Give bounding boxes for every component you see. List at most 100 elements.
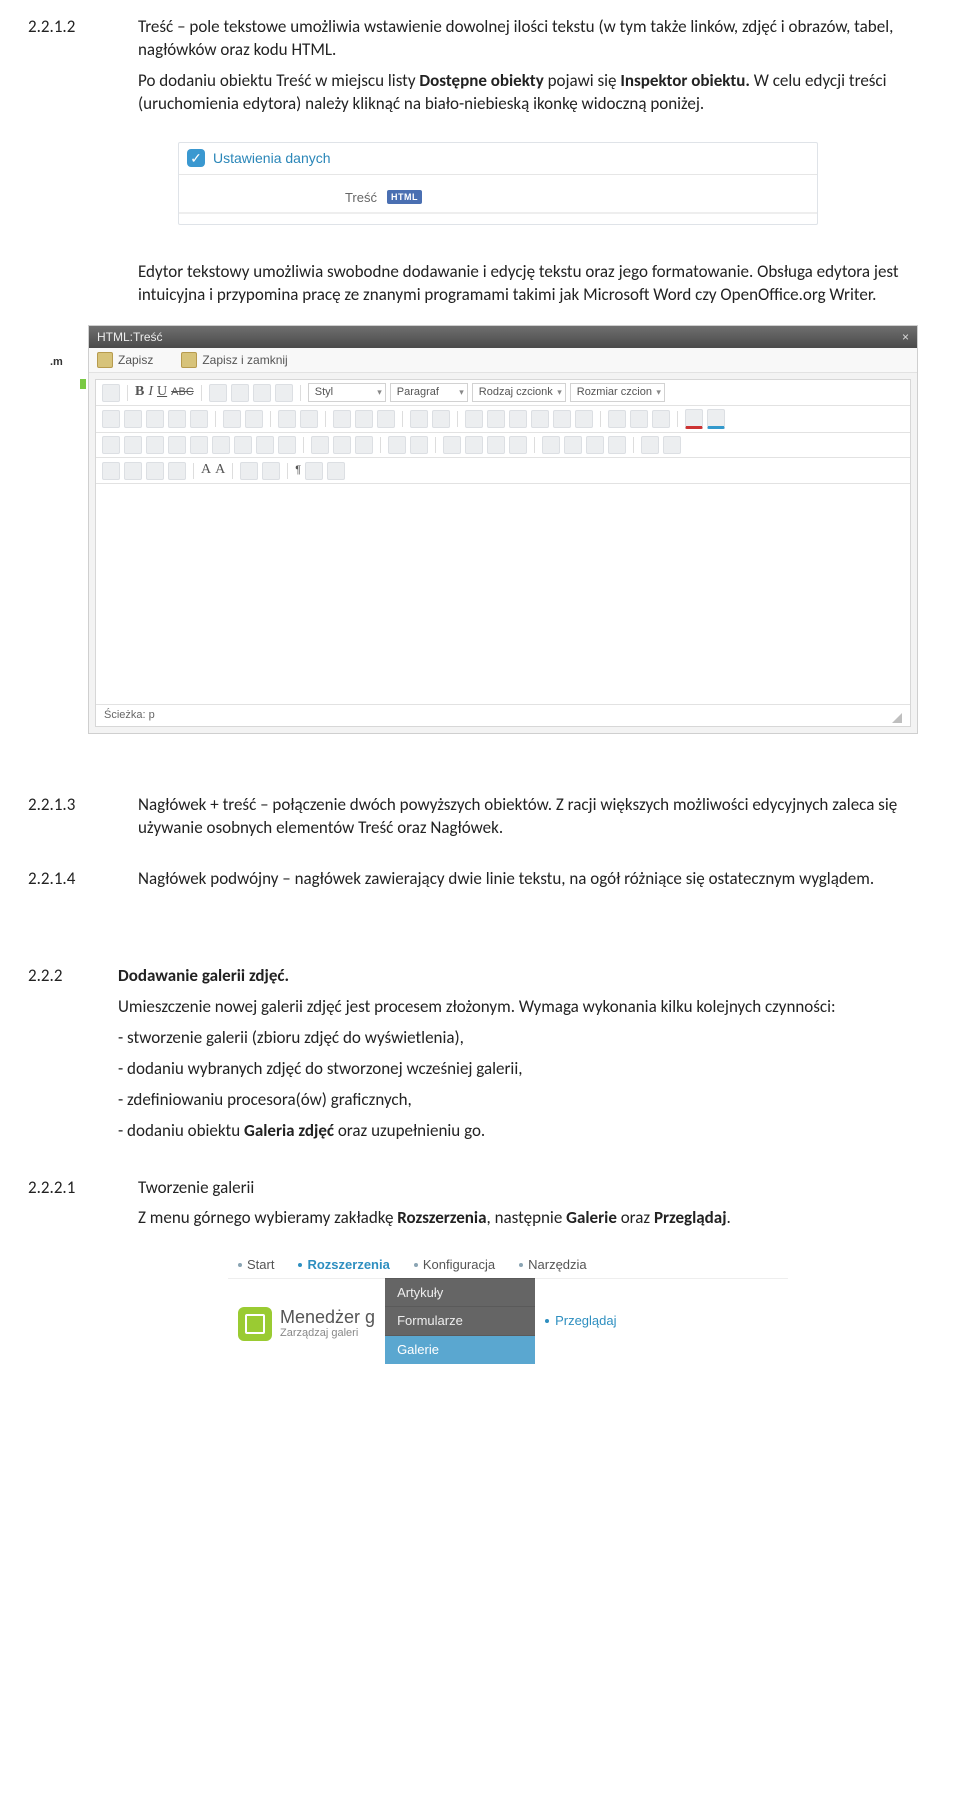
- menu-item-config[interactable]: Konfiguracja: [414, 1256, 495, 1274]
- tool-icon[interactable]: [168, 436, 186, 454]
- dropdown-item-galleries[interactable]: Galerie: [385, 1335, 535, 1364]
- font-sample-icon[interactable]: A: [215, 461, 225, 480]
- image-icon[interactable]: [531, 410, 549, 428]
- menu-item-tools[interactable]: Narzędzia: [519, 1256, 587, 1274]
- preview-icon[interactable]: [652, 410, 670, 428]
- paste-text-icon[interactable]: [168, 410, 186, 428]
- save-button[interactable]: Zapisz: [97, 352, 153, 368]
- align-left-icon[interactable]: [209, 384, 227, 402]
- tool-icon[interactable]: [262, 462, 280, 480]
- tool-icon[interactable]: [278, 436, 296, 454]
- quote-icon[interactable]: [377, 410, 395, 428]
- disk-icon: [97, 352, 113, 368]
- paragraph: Po dodaniu obiektu Treść w miejscu listy…: [138, 70, 932, 116]
- tool-icon[interactable]: [608, 436, 626, 454]
- cut-icon[interactable]: [102, 410, 120, 428]
- unlink-icon[interactable]: [487, 410, 505, 428]
- copy-icon[interactable]: [124, 410, 142, 428]
- pilcrow-icon[interactable]: ¶: [295, 463, 301, 478]
- list-item: - dodaniu wybranych zdjęć do stworzonej …: [118, 1058, 932, 1081]
- char-icon[interactable]: [443, 436, 461, 454]
- bold-button[interactable]: B: [135, 383, 144, 402]
- replace-icon[interactable]: [245, 410, 263, 428]
- time-icon[interactable]: [630, 410, 648, 428]
- tool-icon[interactable]: [234, 436, 252, 454]
- sup-icon[interactable]: [410, 436, 428, 454]
- tool-icon[interactable]: [168, 462, 186, 480]
- text: pojawi się: [544, 70, 621, 91]
- field-label: Treść: [187, 189, 387, 207]
- close-icon[interactable]: ×: [902, 329, 909, 345]
- undo-icon[interactable]: [410, 410, 428, 428]
- editor-path: Ścieżka: p: [104, 708, 155, 723]
- hr-icon[interactable]: [311, 436, 329, 454]
- tool-icon[interactable]: [102, 384, 120, 402]
- align-center-icon[interactable]: [231, 384, 249, 402]
- paragraph: Nagłówek + treść – połączenie dwóch powy…: [138, 794, 932, 840]
- font-family-dropdown[interactable]: Rodzaj czcionk: [472, 383, 566, 402]
- tool-icon[interactable]: [663, 436, 681, 454]
- font-sample-icon[interactable]: A: [201, 461, 211, 480]
- indent-icon[interactable]: [355, 410, 373, 428]
- media-icon[interactable]: [487, 436, 505, 454]
- text: oraz uzupełnieniu go.: [334, 1120, 485, 1141]
- paste-icon[interactable]: [146, 410, 164, 428]
- tool-icon[interactable]: [212, 436, 230, 454]
- menu-item-extensions[interactable]: Rozszerzenia: [298, 1256, 389, 1274]
- tool-icon[interactable]: [564, 436, 582, 454]
- tool-icon[interactable]: [641, 436, 659, 454]
- bg-color-icon[interactable]: [707, 409, 725, 429]
- tool-icon[interactable]: [327, 462, 345, 480]
- tool-icon[interactable]: [146, 436, 164, 454]
- link-icon[interactable]: [465, 410, 483, 428]
- dropdown-item-articles[interactable]: Artykuły: [385, 1278, 535, 1307]
- redo-icon[interactable]: [432, 410, 450, 428]
- font-size-dropdown[interactable]: Rozmiar czcion: [570, 383, 665, 402]
- tool-icon[interactable]: [146, 462, 164, 480]
- save-close-button[interactable]: Zapisz i zamknij: [181, 352, 287, 368]
- table-icon[interactable]: [102, 436, 120, 454]
- brand-title: Menedżer g: [280, 1308, 375, 1326]
- editor-canvas[interactable]: [96, 484, 910, 704]
- align-justify-icon[interactable]: [275, 384, 293, 402]
- html-source-icon[interactable]: [575, 410, 593, 428]
- tool-icon[interactable]: [102, 462, 120, 480]
- iframe-icon[interactable]: [509, 436, 527, 454]
- style-dropdown[interactable]: Styl: [308, 383, 386, 402]
- tool-icon[interactable]: [240, 462, 258, 480]
- bold-text: Inspektor obiektu.: [620, 70, 750, 91]
- tool-icon[interactable]: [124, 462, 142, 480]
- html-icon[interactable]: HTML: [387, 190, 422, 204]
- strike-button[interactable]: ABC: [171, 385, 194, 400]
- tool-icon[interactable]: [124, 436, 142, 454]
- cleanup-icon[interactable]: [553, 410, 571, 428]
- toolbar-row-2: [96, 406, 910, 433]
- underline-button[interactable]: U: [157, 383, 167, 402]
- menu-item-start[interactable]: Start: [238, 1256, 274, 1274]
- ol-icon[interactable]: [300, 410, 318, 428]
- anchor-icon[interactable]: [509, 410, 527, 428]
- submenu-item-browse[interactable]: Przeglądaj: [555, 1312, 616, 1330]
- ul-icon[interactable]: [278, 410, 296, 428]
- date-icon[interactable]: [608, 410, 626, 428]
- find-icon[interactable]: [223, 410, 241, 428]
- checkbox-icon[interactable]: ✓: [187, 149, 205, 167]
- emoticon-icon[interactable]: [465, 436, 483, 454]
- italic-button[interactable]: I: [148, 383, 153, 402]
- bold-text: Rozszerzenia: [397, 1207, 486, 1228]
- outdent-icon[interactable]: [333, 410, 351, 428]
- dropdown-item-forms[interactable]: Formularze: [385, 1306, 535, 1335]
- align-right-icon[interactable]: [253, 384, 271, 402]
- visual-chars-icon[interactable]: [355, 436, 373, 454]
- tool-icon[interactable]: [256, 436, 274, 454]
- tool-icon[interactable]: [586, 436, 604, 454]
- paragraph-dropdown[interactable]: Paragraf: [390, 383, 468, 402]
- text-color-icon[interactable]: [685, 409, 703, 429]
- paste-word-icon[interactable]: [190, 410, 208, 428]
- tool-icon[interactable]: [190, 436, 208, 454]
- tool-icon[interactable]: [305, 462, 323, 480]
- resize-handle-icon[interactable]: [892, 713, 902, 723]
- fullscreen-icon[interactable]: [542, 436, 560, 454]
- remove-format-icon[interactable]: [333, 436, 351, 454]
- sub-icon[interactable]: [388, 436, 406, 454]
